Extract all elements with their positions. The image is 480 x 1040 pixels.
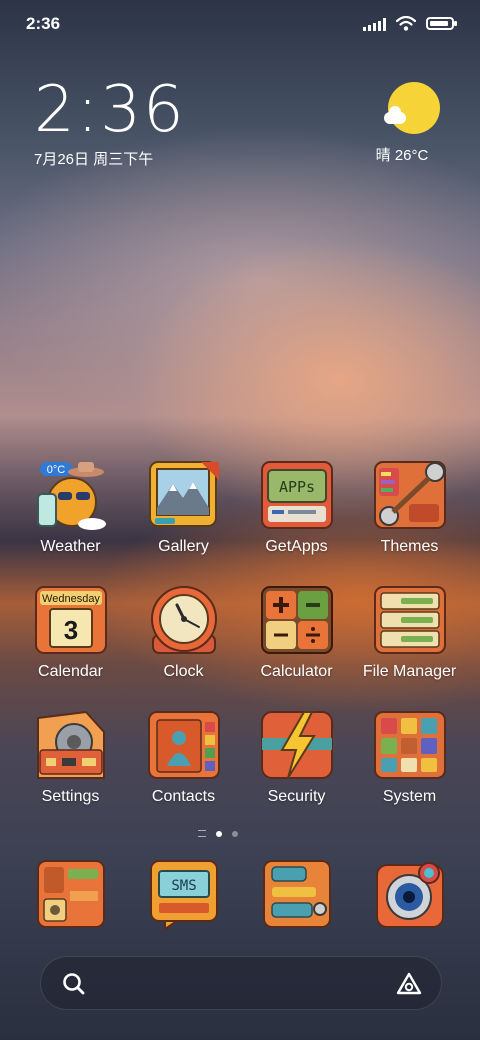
security-icon	[260, 708, 334, 782]
calendar-day: 3	[63, 615, 77, 645]
signal-icon	[363, 17, 386, 31]
widget-time: 2:36	[34, 73, 186, 147]
browser-icon	[260, 857, 334, 931]
calendar-icon: Wednesday 3	[34, 583, 108, 657]
wifi-icon	[396, 16, 416, 31]
gallery-icon	[147, 458, 221, 532]
weather-icon: 0°C	[34, 458, 108, 532]
weather-text: 晴 26°C	[375, 147, 429, 164]
app-themes[interactable]: Themes	[353, 458, 466, 556]
app-label: System	[382, 788, 437, 805]
app-security[interactable]: Security	[240, 708, 353, 806]
app-settings[interactable]: Settings	[14, 708, 127, 806]
search-bar[interactable]	[40, 956, 442, 1010]
app-label: GetApps	[265, 538, 328, 555]
app-label: Weather	[40, 538, 101, 555]
camera-icon	[373, 857, 447, 931]
settings-icon	[34, 708, 108, 782]
status-time: 2:36	[26, 14, 61, 33]
phone-icon	[34, 857, 108, 931]
app-label: Clock	[163, 663, 204, 680]
app-label: Contacts	[151, 788, 216, 805]
dock-browser[interactable]	[240, 857, 353, 931]
calendar-weekday: Wednesday	[42, 593, 100, 605]
app-contacts[interactable]: Contacts	[127, 708, 240, 806]
dock-phone[interactable]	[14, 857, 127, 931]
sunny-weather-icon	[384, 82, 440, 134]
clock-icon	[147, 583, 221, 657]
clock-widget[interactable]: 2:36 7月26日 周三下午	[34, 78, 186, 169]
status-bar: 2:36	[0, 0, 480, 50]
dock-camera[interactable]	[353, 857, 466, 931]
page-dot-current	[216, 830, 222, 837]
app-label: Calculator	[260, 663, 333, 680]
app-label: Gallery	[158, 538, 209, 555]
app-file-manager[interactable]: File Manager	[353, 583, 466, 681]
contacts-icon	[147, 708, 221, 782]
themes-icon	[373, 458, 447, 532]
app-label: Security	[267, 788, 326, 805]
getapps-icon: APPs	[260, 458, 334, 532]
page-dot	[232, 830, 238, 837]
app-label: Calendar	[38, 663, 103, 680]
calculator-icon	[260, 583, 334, 657]
sms-icon: SMS	[147, 857, 221, 931]
app-label: File Manager	[362, 663, 457, 680]
app-gallery[interactable]: Gallery	[127, 458, 240, 556]
sms-screen-text: SMS	[171, 878, 196, 894]
dock-messaging[interactable]: SMS	[127, 857, 240, 931]
search-icon	[63, 973, 85, 995]
app-calendar[interactable]: Wednesday 3 Calendar	[14, 583, 127, 681]
file-manager-icon	[373, 583, 447, 657]
app-weather[interactable]: 0°C Weather	[14, 458, 127, 556]
app-getapps[interactable]: APPs GetApps	[240, 458, 353, 556]
app-system-folder[interactable]: System	[353, 708, 466, 806]
system-folder-icon	[373, 708, 447, 782]
page-list-icon	[198, 830, 206, 837]
app-clock[interactable]: Clock	[127, 583, 240, 681]
weather-widget[interactable]: 晴 26°C	[376, 82, 444, 165]
weather-badge: 0°C	[46, 464, 65, 476]
app-label: Themes	[380, 538, 439, 555]
getapps-screen-text: APPs	[278, 478, 314, 496]
app-calculator[interactable]: Calculator	[240, 583, 353, 681]
app-label: Settings	[41, 788, 100, 805]
widget-date: 7月26日 周三下午	[34, 151, 154, 168]
page-indicator	[198, 830, 238, 837]
status-icons	[363, 16, 457, 31]
battery-icon	[426, 17, 457, 30]
assistant-icon[interactable]	[395, 971, 423, 997]
